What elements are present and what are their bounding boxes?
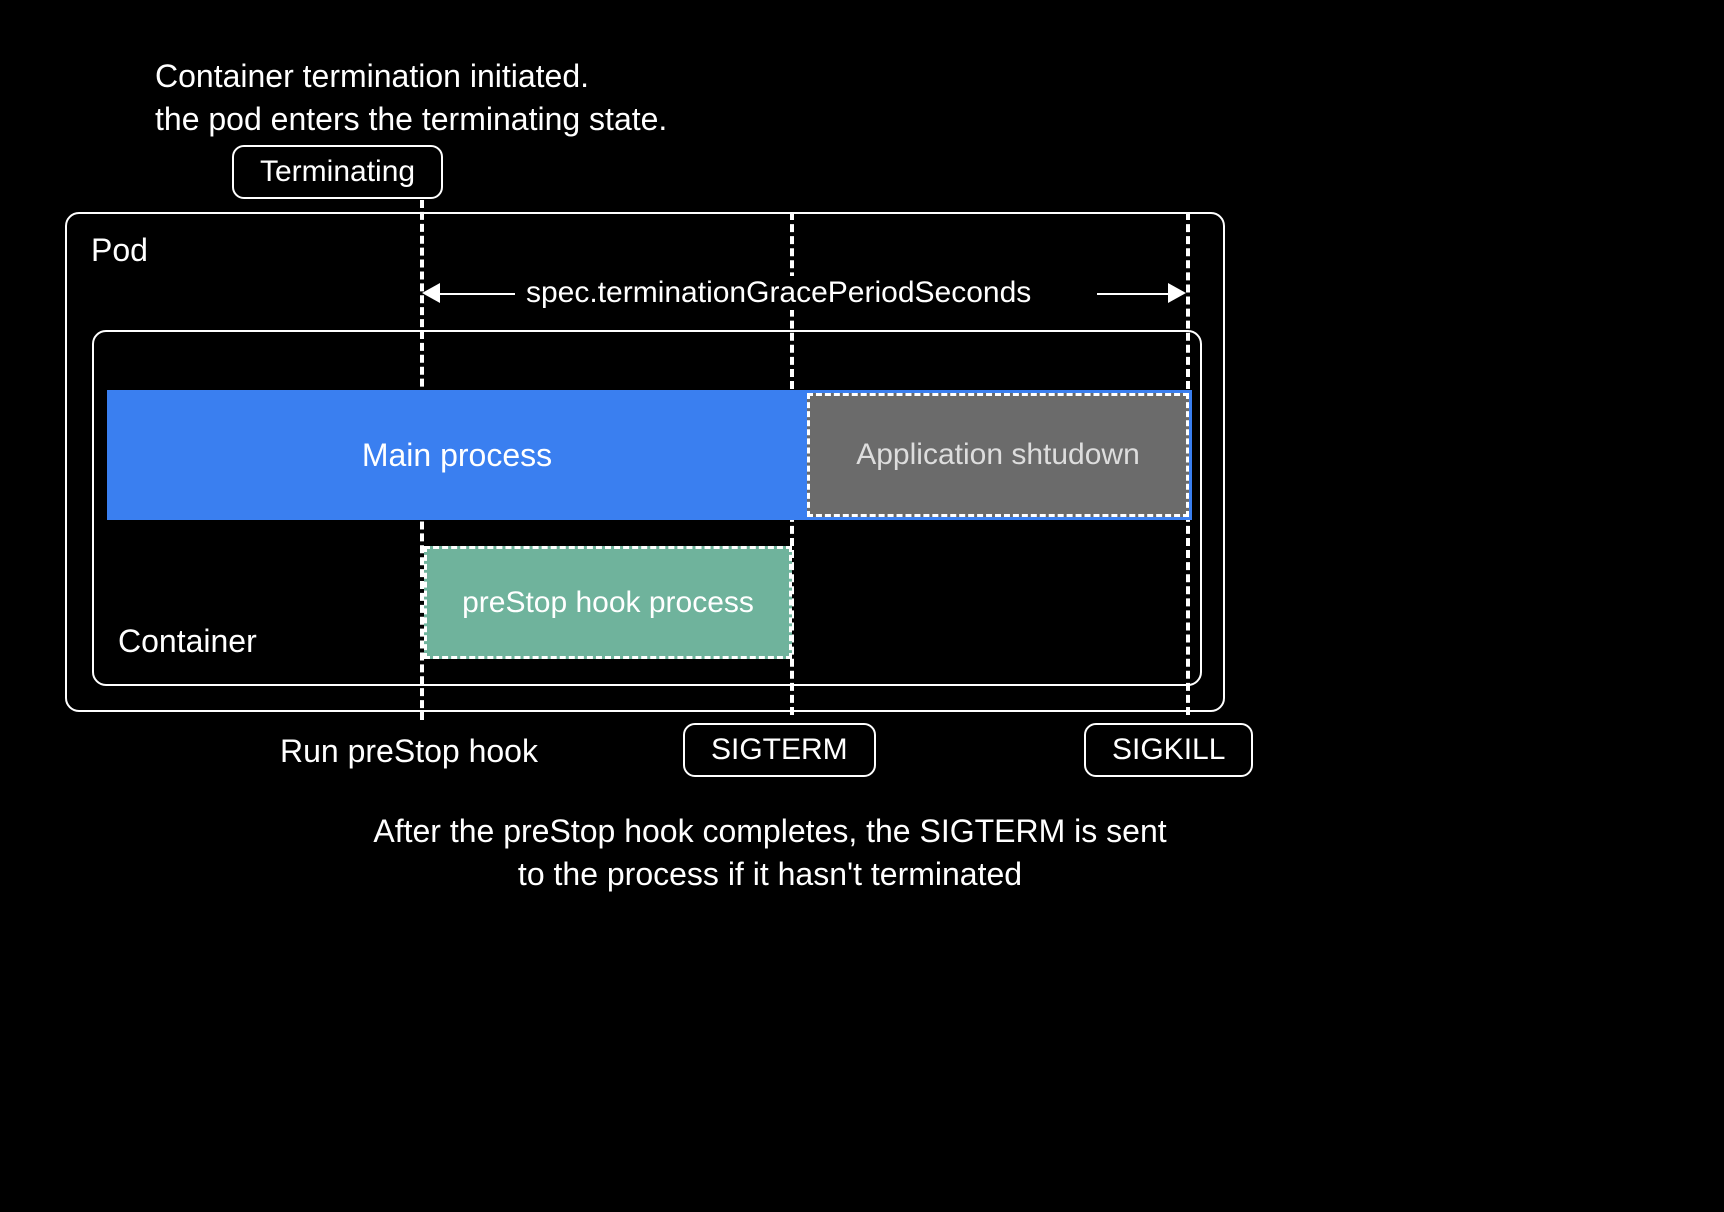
top-caption: Container termination initiated. the pod… [155,55,667,141]
top-caption-line2: the pod enters the terminating state. [155,98,667,141]
pod-box: Pod Container Main process Application s… [65,212,1225,712]
prestop-hook-bar: preStop hook process [424,546,792,659]
bottom-caption: After the preStop hook completes, the SI… [360,810,1180,896]
sigterm-pill: SIGTERM [683,723,876,777]
main-process-bar: Main process Application shtudown [107,390,1192,520]
pod-label: Pod [91,232,148,269]
run-prestop-label: Run preStop hook [280,733,538,770]
application-shutdown-box: Application shtudown [807,393,1189,517]
top-caption-line1: Container termination initiated. [155,55,667,98]
sigkill-pill: SIGKILL [1084,723,1253,777]
container-box: Container Main process Application shtud… [92,330,1202,686]
main-process-label: Main process [107,437,807,474]
terminating-state-pill: Terminating [232,145,443,199]
container-label: Container [118,623,257,660]
